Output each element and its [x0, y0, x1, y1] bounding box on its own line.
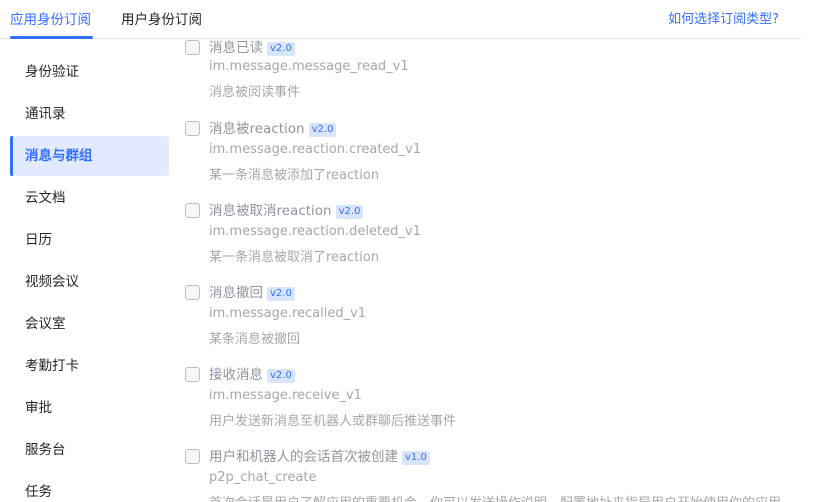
event-title-text: 接收消息 [209, 367, 263, 383]
active-tab-indicator [10, 36, 93, 39]
event-title-text: 消息被reaction [209, 121, 305, 137]
event-checkbox[interactable] [185, 121, 200, 136]
event-key: im.message.recalled_v1 [209, 306, 367, 321]
event-title-text: 消息被取消reaction [209, 203, 332, 219]
event-description: 某一条消息被添加了reaction [209, 168, 380, 183]
event-title: 消息撤回 v2.0 [209, 284, 295, 302]
event-title: 消息被取消reaction v2.0 [209, 202, 364, 220]
event-title-text: 用户和机器人的会话首次被创建 [209, 449, 398, 465]
event-key: im.message.receive_v1 [209, 388, 362, 403]
event-list: 消息已读 v2.0 im.message.message_read_v1 消息被阅… [175, 39, 815, 502]
event-description: 消息被阅读事件 [209, 85, 301, 100]
event-checkbox[interactable] [185, 285, 200, 300]
sidebar-item-auth[interactable]: 身份验证 [10, 52, 169, 92]
sidebar-item-attendance[interactable]: 考勤打卡 [10, 346, 169, 386]
event-title: 消息已读 v2.0 [209, 39, 295, 57]
event-key: im.message.reaction.deleted_v1 [209, 224, 421, 239]
version-badge: v2.0 [335, 205, 364, 219]
event-key: im.message.message_read_v1 [209, 59, 409, 74]
help-link[interactable]: 如何选择订阅类型? [668, 8, 779, 27]
sidebar-item-tasks[interactable]: 任务 [10, 472, 169, 502]
sidebar-item-messages-groups[interactable]: 消息与群组 [10, 136, 169, 176]
tab-app-identity[interactable]: 应用身份订阅 [10, 8, 91, 28]
event-description: 首次会话是用户了解应用的重要机会，你可以发送操作说明、配置地址来指导用户开始使用… [209, 492, 781, 502]
version-badge: v1.0 [402, 451, 430, 465]
sidebar-item-meeting-room[interactable]: 会议室 [10, 304, 169, 344]
sidebar-item-calendar[interactable]: 日历 [10, 220, 169, 260]
event-title: 接收消息 v2.0 [209, 366, 295, 384]
version-badge: v2.0 [267, 42, 295, 56]
event-checkbox[interactable] [185, 203, 200, 218]
sidebar-item-docs[interactable]: 云文档 [10, 178, 169, 218]
event-checkbox[interactable] [185, 367, 200, 382]
event-title: 消息被reaction v2.0 [209, 120, 337, 138]
event-description: 某条消息被撤回 [209, 332, 301, 347]
version-badge: v2.0 [267, 287, 295, 301]
tab-user-identity[interactable]: 用户身份订阅 [121, 8, 202, 28]
version-badge: v2.0 [308, 123, 337, 137]
event-key: p2p_chat_create [209, 470, 317, 485]
event-checkbox[interactable] [185, 40, 200, 55]
event-description: 用户发送新消息至机器人或群聊后推送事件 [209, 414, 457, 429]
event-key: im.message.reaction.created_v1 [209, 142, 422, 157]
event-description: 某一条消息被取消了reaction [209, 250, 380, 265]
sidebar-item-contacts[interactable]: 通讯录 [10, 94, 169, 134]
sidebar-item-approval[interactable]: 审批 [10, 388, 169, 428]
event-title-text: 消息撤回 [209, 285, 263, 301]
category-sidebar: 身份验证 通讯录 消息与群组 云文档 日历 视频会议 会议室 考勤打卡 审批 服… [0, 42, 175, 502]
event-title-text: 消息已读 [209, 40, 263, 56]
event-checkbox[interactable] [185, 449, 200, 464]
sidebar-item-video-meeting[interactable]: 视频会议 [10, 262, 169, 302]
sidebar-item-helpdesk[interactable]: 服务台 [10, 430, 169, 470]
subscription-tabs: 应用身份订阅 用户身份订阅 如何选择订阅类型? [0, 0, 801, 39]
event-title: 用户和机器人的会话首次被创建 v1.0 [209, 448, 430, 466]
version-badge: v2.0 [267, 369, 295, 383]
